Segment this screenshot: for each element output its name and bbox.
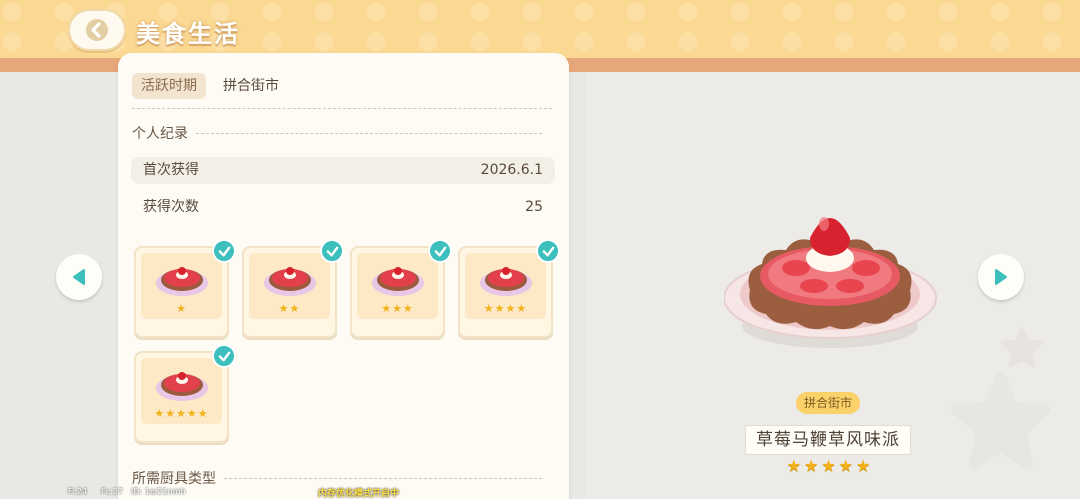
variant-stars: ★★	[278, 302, 301, 315]
star-decoration-icon	[951, 372, 1051, 470]
triangle-left-icon	[73, 269, 85, 285]
strawberry-pie-icon	[372, 267, 424, 296]
divider	[224, 477, 542, 479]
active-period-row: 活跃时期 拼合街市	[132, 73, 552, 109]
strawberry-pie-icon	[156, 372, 208, 401]
utensil-type-heading: 所需厨具类型	[132, 468, 542, 488]
record-row-obtain-count: 获得次数 25	[131, 194, 555, 221]
strawberry-verbena-pie-image	[724, 217, 937, 348]
active-period-tag: 活跃时期	[132, 73, 206, 99]
prev-dish-button[interactable]	[56, 254, 102, 300]
variant-thumb: ★★★★★	[141, 358, 222, 424]
screen-title: 美食生活	[136, 20, 240, 48]
debug-fc: Fc:27	[101, 487, 123, 496]
strawberry-pie-icon	[156, 267, 208, 296]
personal-record-heading: 个人纪录	[132, 123, 542, 143]
triangle-right-icon	[995, 269, 1007, 285]
collected-check-icon	[212, 239, 236, 263]
record-label: 获得次数	[143, 199, 199, 215]
collected-check-icon	[320, 239, 344, 263]
variant-stars: ★★★★	[483, 302, 528, 315]
dish-star-rating: ★★★★★	[786, 456, 874, 475]
variant-card-4-star[interactable]: ★★★★	[458, 239, 560, 338]
utensil-type-label: 所需厨具类型	[132, 471, 216, 487]
collected-check-icon	[536, 239, 560, 263]
record-label: 首次获得	[143, 162, 199, 178]
next-dish-button[interactable]	[978, 254, 1024, 300]
collected-check-icon	[428, 239, 452, 263]
personal-record-label: 个人纪录	[132, 126, 188, 142]
strawberry-pie-icon	[480, 267, 532, 296]
variant-card-2-star[interactable]: ★★	[242, 239, 344, 338]
debug-id: ID: 1e/21nmh	[131, 487, 186, 496]
dish-name: 草莓马鞭草风味派	[745, 425, 911, 455]
active-period-value: 拼合街市	[223, 78, 279, 94]
strawberry-pie-icon	[264, 267, 316, 296]
collected-check-icon	[212, 344, 236, 368]
variant-thumb: ★★★	[357, 253, 438, 319]
variant-thumb: ★★★★	[465, 253, 546, 319]
chevron-left-icon	[86, 19, 108, 41]
star-decoration-icon	[1001, 327, 1043, 368]
variant-stars: ★★★★★	[154, 407, 209, 420]
variant-card-5-star[interactable]: ★★★★★	[134, 344, 236, 443]
record-value: 25	[525, 199, 543, 215]
record-value: 2026.6.1	[480, 162, 543, 178]
variant-card-3-star[interactable]: ★★★	[350, 239, 452, 338]
record-row-first-obtained: 首次获得 2026.6.1	[131, 157, 555, 184]
dish-source-tag: 拼合街市	[796, 392, 861, 414]
variant-thumb: ★	[141, 253, 222, 319]
divider	[196, 132, 542, 134]
variant-stars: ★★★	[381, 302, 414, 315]
back-button[interactable]	[68, 9, 126, 51]
variant-thumb: ★★	[249, 253, 330, 319]
variant-card-1-star[interactable]: ★	[134, 239, 236, 338]
variant-stars: ★	[176, 302, 187, 315]
memory-optimization-notice: 内存优化模式开启中	[318, 489, 400, 499]
debug-fi: Fi:24	[68, 487, 88, 496]
info-panel[interactable]: 活跃时期 拼合街市 个人纪录 首次获得 2026.6.1 获得次数 25 ★ ★…	[118, 53, 569, 499]
